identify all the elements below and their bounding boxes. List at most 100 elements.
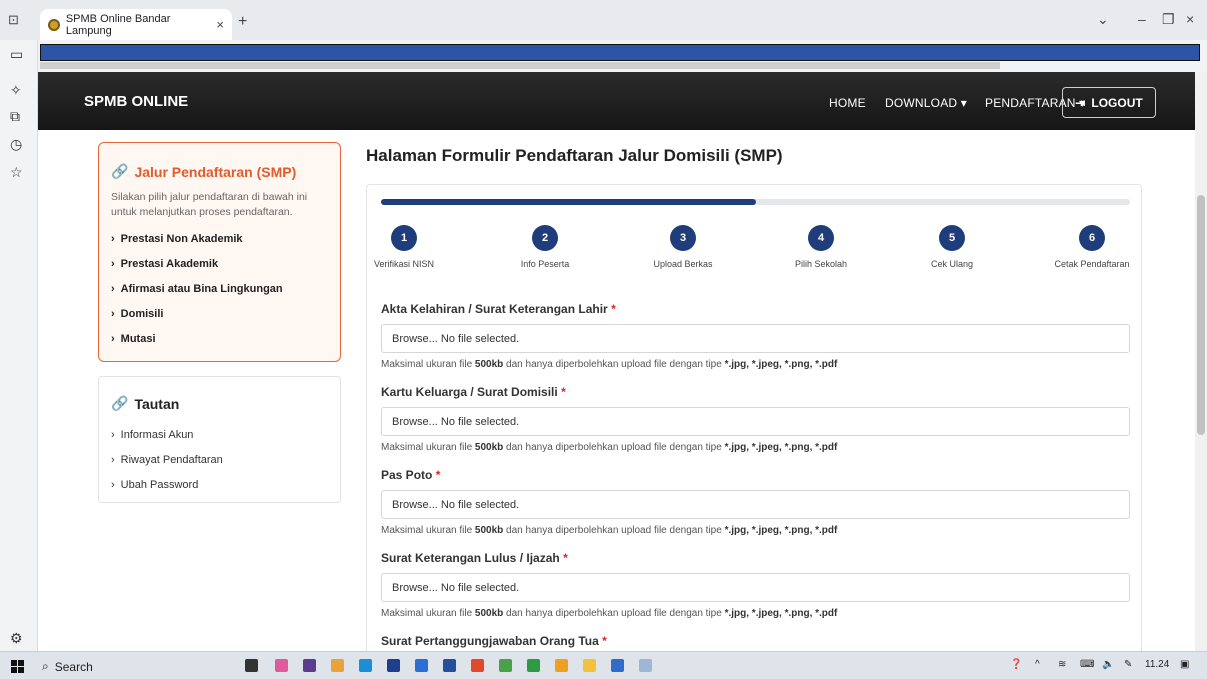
field-label-text: Pas Poto	[381, 468, 433, 482]
windows-taskbar: ⌕ Search ❓ ^ ≋ ⌨ 🔈 ✎ 11.24 ▣	[0, 651, 1207, 679]
keyboard-icon[interactable]: ⌨	[1080, 659, 1094, 670]
step-info-peserta[interactable]: 2 Info Peserta	[490, 225, 600, 269]
step-label: Cek Ulang	[930, 259, 974, 269]
edge-icon[interactable]	[359, 659, 372, 672]
windows-start-icon[interactable]	[11, 660, 24, 673]
help-size: 500kb	[474, 608, 504, 619]
new-tab-button[interactable]: +	[238, 13, 247, 31]
tab-close-icon[interactable]: ×	[216, 17, 224, 32]
required-mark: *	[602, 634, 607, 648]
copilot-icon[interactable]: ✧	[10, 82, 22, 99]
tray-chevron-icon[interactable]: ^	[1035, 659, 1040, 670]
help-size: 500kb	[474, 359, 504, 370]
collections-icon[interactable]: ⧉	[10, 108, 20, 125]
app-icon[interactable]	[415, 659, 428, 672]
favorites-icon[interactable]: ☆	[10, 164, 23, 181]
history-icon[interactable]: ◷	[10, 136, 22, 153]
scrollbar-thumb[interactable]	[1197, 195, 1205, 435]
search-icon: ⌕	[42, 659, 49, 673]
jalur-item-label: Mutasi	[120, 332, 156, 345]
step-pilih-sekolah[interactable]: 4 Pilih Sekolah	[766, 225, 876, 269]
jalur-item-domisili[interactable]: › Domisili	[111, 301, 328, 326]
app-icon[interactable]	[303, 659, 316, 672]
field-label: Surat Keterangan Lulus / Ijazah *	[381, 551, 1130, 565]
akta-file-input[interactable]: Browse... No file selected.	[381, 324, 1130, 353]
jalur-item-prestasi-akademik[interactable]: › Prestasi Akademik	[111, 251, 328, 276]
pas-poto-file-input[interactable]: Browse... No file selected.	[381, 490, 1130, 519]
help-middle: dan hanya diperbolehkan upload file deng…	[503, 359, 725, 370]
step-cetak-pendaftaran[interactable]: 6 Cetak Pendaftaran	[1037, 225, 1147, 269]
nav-home[interactable]: HOME	[829, 96, 866, 110]
step-number: 4	[808, 225, 834, 251]
browser-tab[interactable]: SPMB Online Bandar Lampung ×	[40, 9, 232, 40]
taskbar-search[interactable]: ⌕ Search	[42, 659, 93, 674]
field-akta-kelahiran: Akta Kelahiran / Surat Keterangan Lahir …	[381, 302, 1130, 370]
notification-icon[interactable]: ▣	[1180, 659, 1189, 670]
jalur-item-afirmasi[interactable]: › Afirmasi atau Bina Lingkungan	[111, 276, 328, 301]
tab-title: SPMB Online Bandar Lampung	[65, 12, 171, 37]
jalur-item-prestasi-non-akademik[interactable]: › Prestasi Non Akademik	[111, 226, 328, 251]
pen-icon[interactable]: ✎	[1124, 659, 1132, 670]
brand-logo[interactable]: SPMB ONLINE	[84, 93, 188, 110]
firefox-icon[interactable]	[471, 659, 484, 672]
web-page: SPMB ONLINE HOME DOWNLOAD ▾ PENDAFTARAN …	[38, 72, 1195, 651]
word-icon[interactable]	[611, 659, 624, 672]
close-window-button[interactable]: ×	[1186, 11, 1194, 27]
task-view-icon[interactable]	[245, 659, 258, 672]
tautan-item-ubah-password[interactable]: › Ubah Password	[111, 472, 328, 497]
step-verifikasi-nisn[interactable]: 1 Verifikasi NISN	[349, 225, 459, 269]
tautan-item-riwayat-pendaftaran[interactable]: › Riwayat Pendaftaran	[111, 447, 328, 472]
step-number: 3	[670, 225, 696, 251]
chevron-right-icon: ›	[111, 332, 115, 345]
tautan-item-informasi-akun[interactable]: › Informasi Akun	[111, 422, 328, 447]
wifi-icon[interactable]: ≋	[1058, 659, 1066, 670]
sidebar-toggle-icon[interactable]: ▭	[10, 46, 23, 63]
app-icon[interactable]	[387, 659, 400, 672]
tab-search-chevron-icon[interactable]: ⌄	[1097, 11, 1109, 28]
logout-button[interactable]: ⇥ LOGOUT	[1062, 87, 1156, 118]
jalur-item-label: Afirmasi atau Bina Lingkungan	[120, 282, 283, 295]
step-label: Upload Berkas	[653, 259, 713, 269]
logout-label: LOGOUT	[1091, 95, 1143, 110]
step-upload-berkas[interactable]: 3 Upload Berkas	[628, 225, 738, 269]
step-number: 1	[391, 225, 417, 251]
restore-button[interactable]: ❐	[1162, 11, 1175, 28]
minimize-button[interactable]: –	[1138, 11, 1146, 27]
help-middle: dan hanya diperbolehkan upload file deng…	[503, 608, 725, 619]
help-types: *.jpg, *.jpeg, *.png, *.pdf	[724, 359, 838, 370]
site-navbar: SPMB ONLINE HOME DOWNLOAD ▾ PENDAFTARAN …	[38, 72, 1195, 130]
help-types: *.jpg, *.jpeg, *.png, *.pdf	[724, 608, 838, 619]
app-icon[interactable]	[555, 659, 568, 672]
field-label-text: Surat Keterangan Lulus / Ijazah	[381, 551, 560, 565]
settings-icon[interactable]: ⚙	[10, 630, 23, 647]
app-icon[interactable]	[499, 659, 512, 672]
app-icon[interactable]	[583, 659, 596, 672]
address-input[interactable]	[40, 44, 1200, 61]
jalur-title: 🔗 Jalur Pendaftaran (SMP)	[111, 163, 328, 180]
file-explorer-icon[interactable]	[331, 659, 344, 672]
app-icon[interactable]	[443, 659, 456, 672]
file-help-text: Maksimal ukuran file 500kb dan hanya dip…	[381, 608, 1130, 619]
tautan-title: 🔗 Tautan	[111, 395, 328, 412]
clock[interactable]: 11.24	[1145, 659, 1169, 670]
ijazah-file-input[interactable]: Browse... No file selected.	[381, 573, 1130, 602]
help-icon[interactable]: ❓	[1010, 659, 1022, 670]
help-prefix: Maksimal ukuran file	[381, 525, 475, 536]
required-mark: *	[435, 468, 441, 482]
app-icon[interactable]	[639, 659, 652, 672]
kk-file-input[interactable]: Browse... No file selected.	[381, 407, 1130, 436]
link-icon: 🔗	[111, 395, 129, 411]
volume-icon[interactable]: 🔈	[1102, 659, 1114, 670]
chrome-icon[interactable]	[527, 659, 540, 672]
field-label: Akta Kelahiran / Surat Keterangan Lahir …	[381, 302, 1130, 316]
field-ijazah: Surat Keterangan Lulus / Ijazah * Browse…	[381, 551, 1130, 619]
tautan-title-text: Tautan	[134, 395, 180, 412]
jalur-item-mutasi[interactable]: › Mutasi	[111, 326, 328, 351]
tab-actions-icon[interactable]: ⊡	[8, 12, 19, 28]
step-cek-ulang[interactable]: 5 Cek Ulang	[897, 225, 1007, 269]
nav-download[interactable]: DOWNLOAD ▾	[885, 96, 967, 110]
jalur-item-label: Prestasi Akademik	[120, 257, 219, 270]
help-middle: dan hanya diperbolehkan upload file deng…	[503, 525, 725, 536]
chevron-right-icon: ›	[111, 257, 115, 270]
app-icon[interactable]	[275, 659, 288, 672]
